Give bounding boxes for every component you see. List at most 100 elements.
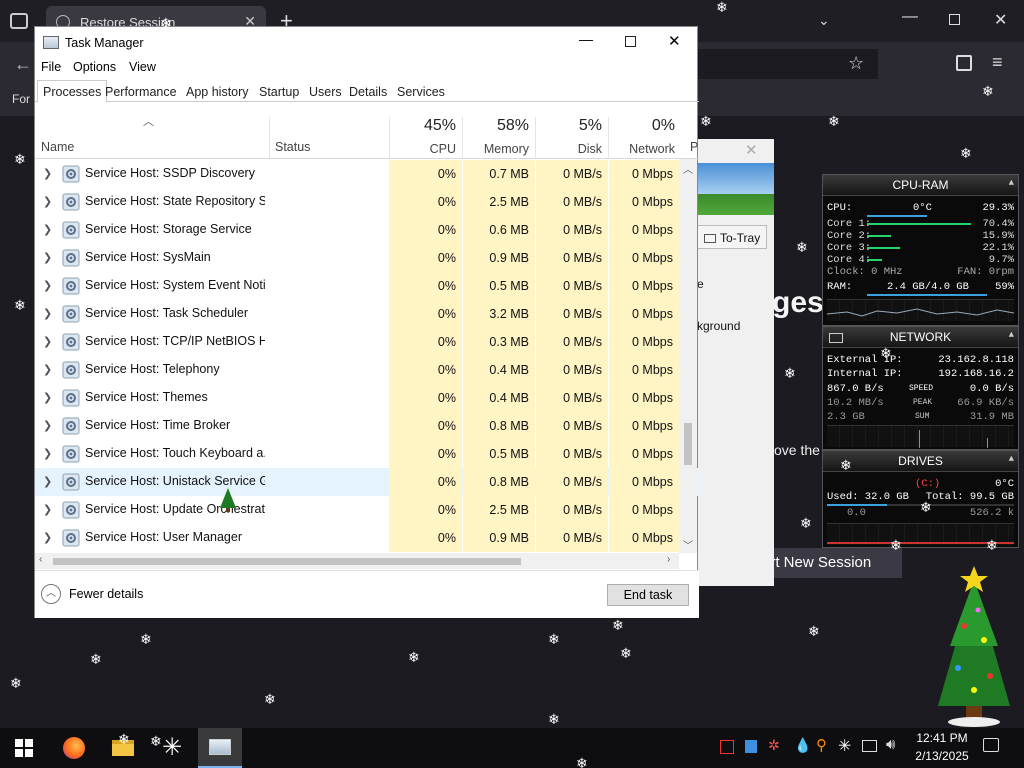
menu-view[interactable]: View bbox=[129, 60, 156, 74]
tab-details[interactable]: Details bbox=[343, 80, 393, 102]
back-arrow-icon[interactable]: ← bbox=[14, 54, 32, 75]
tab-performance[interactable]: Performance bbox=[99, 80, 183, 102]
expand-chevron-icon[interactable]: ❯ bbox=[43, 307, 52, 320]
start-new-session-button[interactable]: art New Session bbox=[760, 548, 902, 578]
column-header-disk[interactable]: 5% Disk bbox=[536, 117, 602, 156]
ram-bar bbox=[867, 294, 987, 296]
expand-chevron-icon[interactable]: ❯ bbox=[43, 363, 52, 376]
tab-overflow-chevron-icon[interactable]: ⌄ bbox=[818, 12, 830, 29]
process-row[interactable]: ❯ Service Host: Telephony 0% 0.4 MB 0 MB/s 0 … bbox=[35, 356, 699, 384]
process-row[interactable]: ❯ Service Host: Themes 0% 0.4 MB 0 MB/s 0 Mbp… bbox=[35, 384, 699, 412]
browser-maximize-button[interactable] bbox=[949, 14, 960, 25]
file-explorer-taskbar-icon[interactable] bbox=[101, 728, 145, 768]
scroll-left-arrow-icon[interactable]: ‹ bbox=[39, 554, 42, 565]
expand-chevron-icon[interactable]: ❯ bbox=[43, 335, 52, 348]
tab-processes[interactable]: Processes bbox=[37, 80, 108, 103]
process-row[interactable]: ❯ Service Host: Storage Service 0% 0.6 MB 0 … bbox=[35, 216, 699, 244]
start-button-windows-icon[interactable] bbox=[2, 728, 46, 768]
process-row[interactable]: ❯ Service Host: State Repository S... 0% 2.… bbox=[35, 188, 699, 216]
process-memory: 0.4 MB bbox=[463, 356, 535, 384]
tray-icon-monitor[interactable] bbox=[745, 740, 757, 753]
menu-file[interactable]: File bbox=[41, 60, 61, 74]
process-row[interactable]: ❯ Service Host: SSDP Discovery 0% 0.7 MB 0 M… bbox=[35, 160, 699, 188]
column-header-memory[interactable]: 58% Memory bbox=[463, 117, 529, 156]
tm-maximize-button[interactable] bbox=[625, 36, 636, 47]
expand-chevron-icon[interactable]: ❯ bbox=[43, 223, 52, 236]
column-header-status[interactable]: Status bbox=[275, 140, 310, 154]
process-memory: 0.4 MB bbox=[463, 384, 535, 412]
external-ip-label: External IP: bbox=[827, 354, 903, 366]
collapse-arrow-icon[interactable]: ▲ bbox=[1009, 454, 1014, 464]
tray-icon-network[interactable] bbox=[862, 740, 877, 752]
bookmarks-toolbar-item[interactable]: For bbox=[12, 92, 30, 106]
scroll-right-arrow-icon[interactable]: › bbox=[667, 554, 670, 565]
browser-minimize-button[interactable]: — bbox=[902, 8, 918, 26]
process-disk: 0 MB/s bbox=[536, 188, 608, 216]
expand-chevron-icon[interactable]: ❯ bbox=[43, 447, 52, 460]
scroll-up-arrow-icon[interactable]: ︿ bbox=[683, 161, 693, 176]
tray-icon-network-gear[interactable]: ✲ bbox=[768, 737, 780, 754]
action-center-icon[interactable] bbox=[983, 738, 999, 752]
extensions-icon[interactable] bbox=[956, 55, 972, 71]
tm-close-button[interactable]: ✕ bbox=[668, 32, 681, 50]
process-row[interactable]: ❯ Service Host: Touch Keyboard a... 0% 0.5 … bbox=[35, 440, 699, 468]
vertical-scroll-thumb[interactable] bbox=[684, 423, 692, 465]
horizontal-scrollbar[interactable]: ‹ › bbox=[35, 553, 679, 569]
tab-startup[interactable]: Startup bbox=[253, 80, 305, 102]
ram-value: 2.4 GB/4.0 GB bbox=[887, 281, 969, 293]
tab-list-icon[interactable] bbox=[10, 13, 28, 29]
firefox-taskbar-icon[interactable] bbox=[52, 728, 96, 768]
collapse-arrow-icon[interactable]: ▲ bbox=[1009, 330, 1014, 340]
expand-chevron-icon[interactable]: ❯ bbox=[43, 419, 52, 432]
expand-chevron-icon[interactable]: ❯ bbox=[43, 195, 52, 208]
expand-chevron-icon[interactable]: ❯ bbox=[43, 531, 52, 544]
expand-chevron-icon[interactable]: ❯ bbox=[43, 279, 52, 292]
scroll-down-arrow-icon[interactable]: ﹀ bbox=[683, 537, 693, 552]
process-row[interactable]: ❯ Service Host: SysMain 0% 0.9 MB 0 MB/s 0 Mb… bbox=[35, 244, 699, 272]
app-menu-icon[interactable]: ≡ bbox=[992, 52, 1003, 73]
tray-icon-snowflake[interactable]: ✳ bbox=[838, 736, 851, 756]
tray-icon-search[interactable]: ⚲ bbox=[816, 736, 827, 754]
tray-icon-volume[interactable]: 🔊︎ bbox=[886, 736, 895, 753]
secondary-window-close-icon[interactable]: ✕ bbox=[745, 141, 758, 159]
column-header-name[interactable]: Name bbox=[41, 140, 74, 154]
process-row[interactable]: ❯ Service Host: Time Broker 0% 0.8 MB 0 MB/s… bbox=[35, 412, 699, 440]
bookmark-star-icon[interactable]: ☆ bbox=[848, 53, 864, 74]
task-manager-title-bar[interactable]: Task Manager — ✕ bbox=[35, 27, 699, 58]
end-task-button[interactable]: End task bbox=[607, 584, 689, 606]
cpu-label: CPU bbox=[429, 142, 456, 156]
expand-chevron-icon[interactable]: ❯ bbox=[43, 475, 52, 488]
collapse-arrow-icon[interactable]: ▲ bbox=[1009, 178, 1014, 188]
snowflake-app-taskbar-icon[interactable]: ✳ bbox=[150, 728, 194, 768]
process-row[interactable]: ❯ Service Host: Unistack Service G... 0% 0.… bbox=[35, 468, 699, 496]
process-row[interactable]: ❯ Service Host: System Event Noti... 0% 0.5… bbox=[35, 272, 699, 300]
expand-chevron-icon[interactable]: ❯ bbox=[43, 503, 52, 516]
clock-time[interactable]: 12:41 PM bbox=[910, 731, 974, 745]
process-row[interactable]: ❯ Service Host: Task Scheduler 0% 3.2 MB 0 M… bbox=[35, 300, 699, 328]
process-row[interactable]: ❯ Service Host: Update Orchestrat... 0% 2.5… bbox=[35, 496, 699, 524]
column-header-network[interactable]: 0% Network bbox=[609, 117, 675, 156]
expand-chevron-icon[interactable]: ❯ bbox=[43, 391, 52, 404]
tab-app-history[interactable]: App history bbox=[180, 80, 255, 102]
browser-close-button[interactable]: ✕ bbox=[994, 10, 1007, 30]
tray-icon-screenshot[interactable] bbox=[720, 740, 734, 754]
expand-chevron-icon[interactable]: ❯ bbox=[43, 251, 52, 264]
tab-users[interactable]: Users bbox=[303, 80, 348, 102]
horizontal-scroll-thumb[interactable] bbox=[53, 558, 521, 565]
page-heading: ges bbox=[772, 286, 824, 319]
column-header-cpu[interactable]: 45% CPU bbox=[389, 117, 456, 156]
tray-icon-drop[interactable]: 💧 bbox=[794, 737, 811, 754]
task-manager-taskbar-icon[interactable] bbox=[198, 728, 242, 768]
column-header-power[interactable]: P bbox=[690, 140, 698, 154]
tab-services[interactable]: Services bbox=[391, 80, 451, 102]
process-row[interactable]: ❯ Service Host: TCP/IP NetBIOS H... 0% 0.3 … bbox=[35, 328, 699, 356]
menu-options[interactable]: Options bbox=[73, 60, 116, 74]
to-tray-button[interactable]: To-Tray bbox=[697, 225, 767, 249]
tm-minimize-button[interactable]: — bbox=[579, 31, 593, 47]
clock-date[interactable]: 2/13/2025 bbox=[910, 749, 974, 763]
vertical-scrollbar[interactable]: ︿ ﹀ bbox=[679, 159, 697, 553]
process-row[interactable]: ❯ Service Host: User Manager 0% 0.9 MB 0 MB/… bbox=[35, 524, 699, 552]
expand-chevron-icon[interactable]: ❯ bbox=[43, 167, 52, 180]
process-name: Service Host: System Event Noti... bbox=[85, 278, 265, 292]
drive-history-graph bbox=[827, 523, 1014, 545]
